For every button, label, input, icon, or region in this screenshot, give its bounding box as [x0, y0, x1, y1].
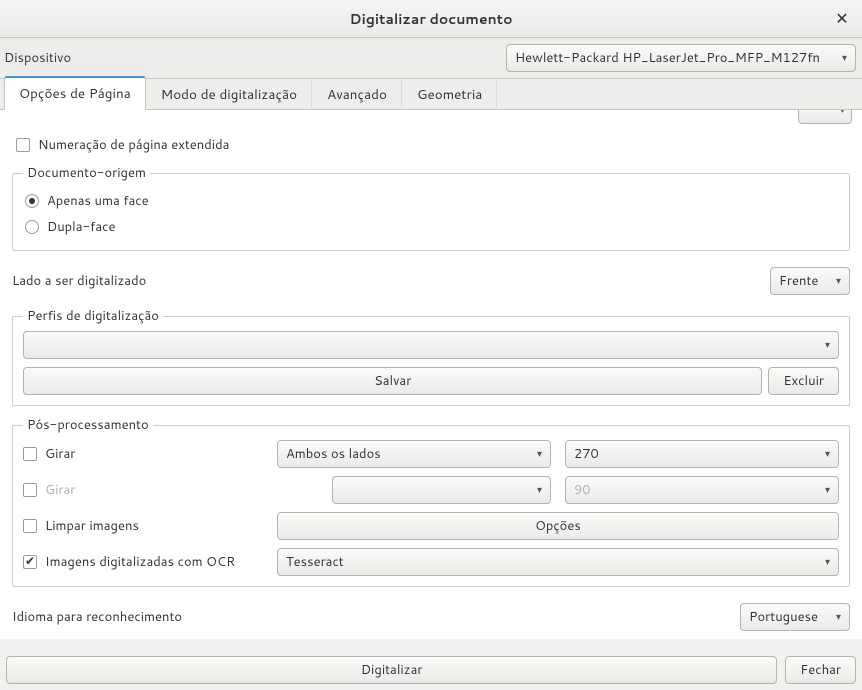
ocr-engine-value: Tesseract	[286, 553, 344, 571]
truncated-control: ▾	[10, 116, 852, 126]
rotate2-label: Girar	[45, 481, 75, 499]
chevron-down-icon: ▾	[537, 447, 542, 461]
chevron-down-icon: ▾	[836, 274, 841, 288]
rotate1-checkbox[interactable]	[23, 447, 37, 461]
close-icon[interactable]: ✕	[832, 8, 852, 28]
side-to-scan-select[interactable]: Frente ▾	[770, 267, 850, 295]
rotate2-checkbox	[23, 483, 37, 497]
tab-page-options-content: ▾ Numeração de página extendida Document…	[0, 109, 862, 639]
side-to-scan-row: Lado a ser digitalizado Frente ▾	[10, 261, 852, 301]
tab-advanced[interactable]: Avançado	[312, 78, 402, 110]
ocr-engine-select[interactable]: Tesseract ▾	[277, 548, 839, 576]
titlebar: Digitalizar documento ✕	[0, 0, 862, 38]
scan-profiles-group: Perfis de digitalização ▾ Salvar Excluir	[12, 307, 850, 406]
side-to-scan-value: Frente	[779, 272, 818, 290]
rotate1-row: Girar	[23, 445, 263, 463]
duplex-row: Dupla-face	[23, 214, 839, 240]
profile-combo[interactable]: ▾	[23, 331, 839, 359]
ocr-language-label: Idioma para reconhecimento	[12, 608, 182, 626]
duplex-radio[interactable]	[25, 220, 39, 234]
chevron-down-icon: ▾	[537, 483, 542, 497]
rotate2-angle-select: 90 ▾	[565, 476, 839, 504]
chevron-down-icon: ▾	[842, 51, 847, 65]
extended-page-numbering-label: Numeração de página extendida	[38, 136, 229, 154]
rotate2-row: Girar	[23, 481, 263, 499]
ocr-language-select[interactable]: Portuguese ▾	[740, 603, 850, 631]
scan-profiles-legend: Perfis de digitalização	[23, 307, 163, 325]
rotate1-side-select[interactable]: Ambos os lados ▾	[277, 440, 551, 468]
chevron-down-icon: ▾	[825, 338, 830, 352]
clean-options-button[interactable]: Opções	[277, 512, 839, 540]
single-sided-radio[interactable]	[25, 194, 39, 208]
rotate2-side-select: ▾	[332, 476, 551, 504]
device-select[interactable]: Hewlett-Packard HP_LaserJet_Pro_MFP_M127…	[506, 44, 856, 72]
clean-images-checkbox[interactable]	[23, 519, 37, 533]
scan-button[interactable]: Digitalizar	[6, 656, 777, 684]
ocr-checkbox[interactable]	[23, 555, 37, 569]
postprocess-legend: Pós-processamento	[23, 416, 153, 434]
chevron-down-icon: ▾	[836, 610, 841, 624]
clean-images-row: Limpar imagens	[23, 517, 263, 535]
extended-page-numbering-row: Numeração de página extendida	[10, 132, 852, 158]
close-button[interactable]: Fechar	[785, 656, 856, 684]
source-document-group: Documento-origem Apenas uma face Dupla-f…	[12, 164, 850, 251]
chevron-down-icon: ▾	[825, 447, 830, 461]
ocr-row: Imagens digitalizadas com OCR	[23, 553, 263, 571]
ocr-language-row: Idioma para reconhecimento Portuguese ▾	[10, 597, 852, 637]
duplex-label: Dupla-face	[47, 218, 116, 236]
device-value: Hewlett-Packard HP_LaserJet_Pro_MFP_M127…	[515, 49, 820, 67]
bottom-bar: Digitalizar Fechar	[6, 656, 856, 684]
side-to-scan-label: Lado a ser digitalizado	[12, 272, 146, 290]
truncated-select[interactable]: ▾	[798, 109, 852, 124]
rotate1-label: Girar	[45, 445, 75, 463]
delete-profile-button[interactable]: Excluir	[768, 367, 839, 395]
tab-page-options[interactable]: Opções de Página	[4, 76, 146, 110]
source-document-legend: Documento-origem	[23, 164, 150, 182]
postprocess-group: Pós-processamento Girar Ambos os lados ▾…	[12, 416, 850, 587]
rotate1-angle-select[interactable]: 270 ▾	[565, 440, 839, 468]
single-sided-label: Apenas uma face	[47, 192, 149, 210]
tab-geometry[interactable]: Geometria	[402, 78, 497, 110]
extended-page-numbering-checkbox[interactable]	[16, 138, 30, 152]
tab-scan-mode[interactable]: Modo de digitalização	[146, 78, 312, 110]
save-profile-button[interactable]: Salvar	[23, 367, 762, 395]
chevron-down-icon: ▾	[840, 109, 845, 117]
window-title: Digitalizar documento	[349, 9, 512, 29]
device-row: Dispositivo Hewlett-Packard HP_LaserJet_…	[0, 38, 862, 79]
rotate1-angle-value: 270	[574, 445, 599, 463]
rotate1-side-value: Ambos os lados	[286, 445, 381, 463]
device-label: Dispositivo	[0, 49, 79, 67]
ocr-language-value: Portuguese	[749, 608, 818, 626]
chevron-down-icon: ▾	[825, 483, 830, 497]
single-sided-row: Apenas uma face	[23, 188, 839, 214]
tabstrip: Opções de Página Modo de digitalização A…	[0, 79, 862, 109]
ocr-label: Imagens digitalizadas com OCR	[45, 553, 235, 571]
clean-images-label: Limpar imagens	[45, 517, 139, 535]
chevron-down-icon: ▾	[825, 555, 830, 569]
rotate2-angle-value: 90	[574, 481, 591, 499]
threshold-before-ocr-row: Threshold before OCR	[10, 637, 852, 639]
